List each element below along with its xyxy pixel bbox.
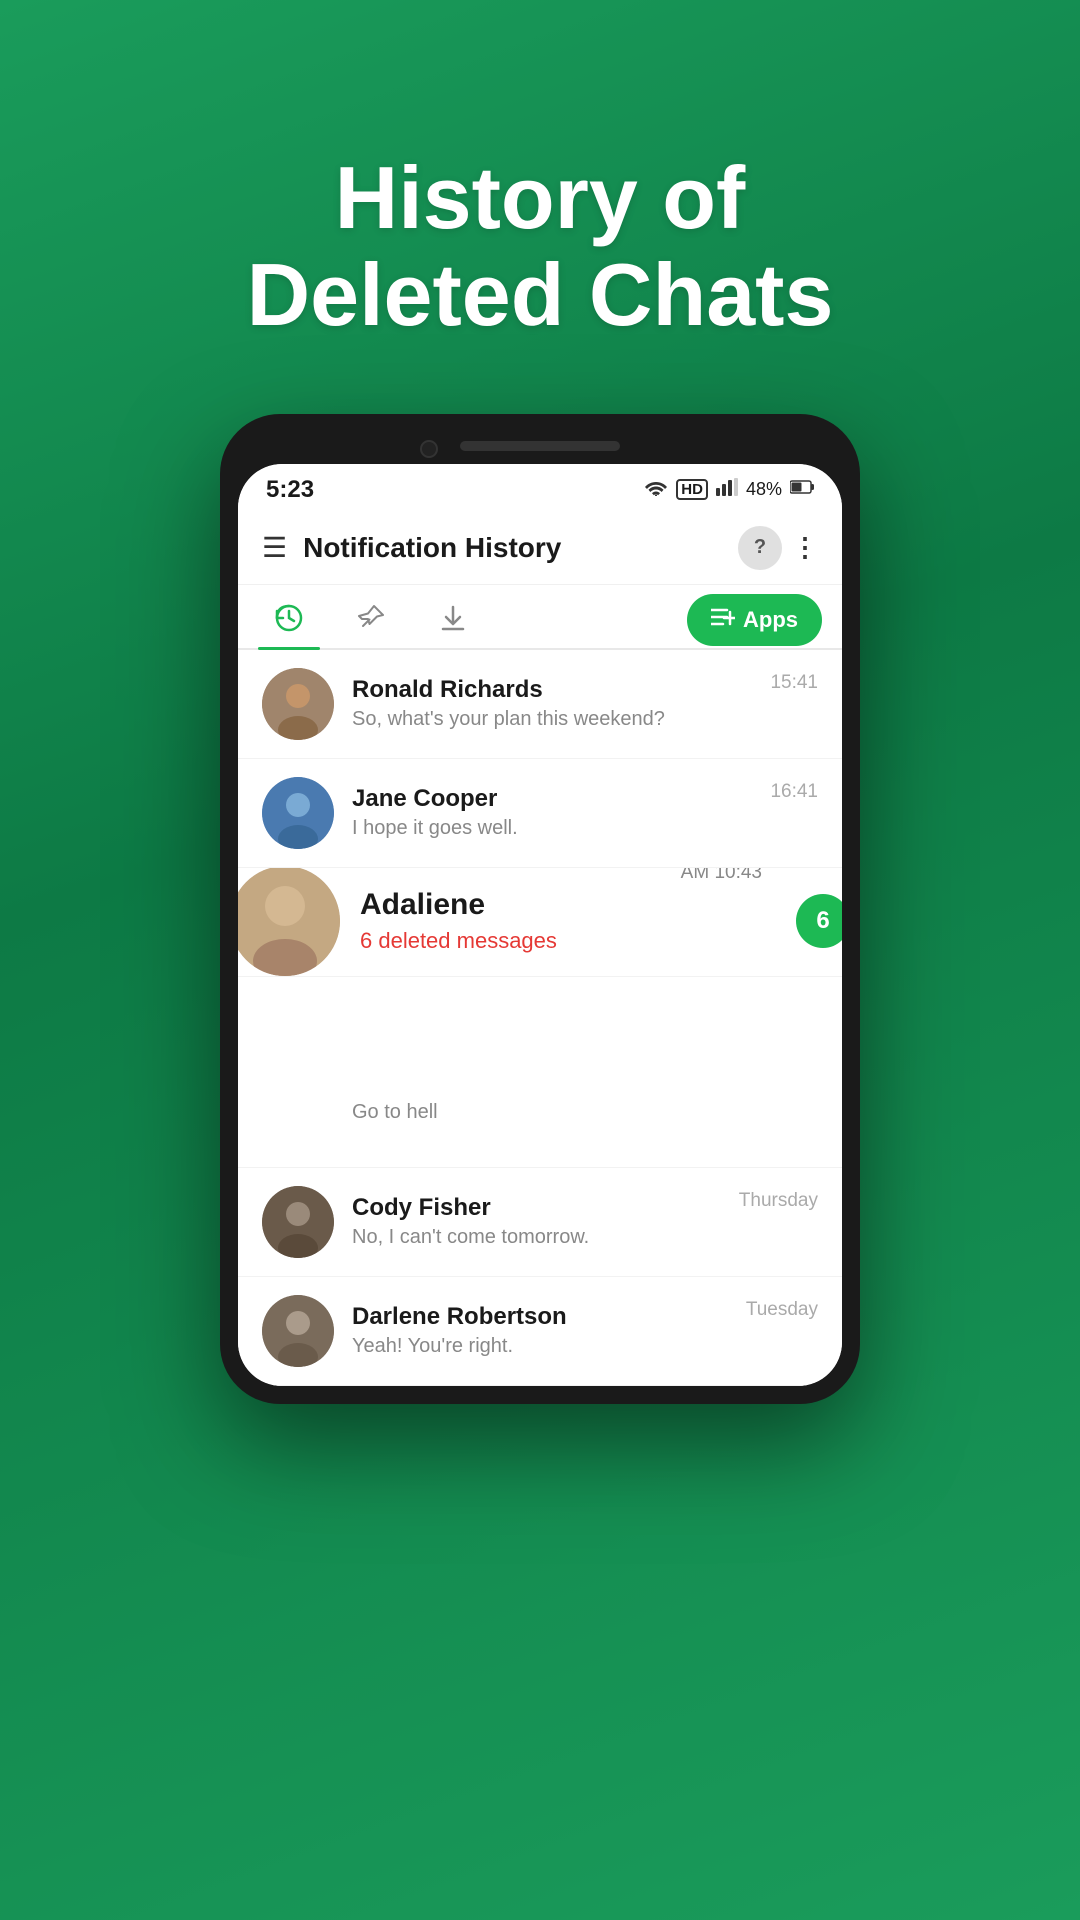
more-options-button[interactable]: ⋮ — [792, 532, 818, 563]
chat-info-ronald: Ronald Richards So, what's your plan thi… — [352, 676, 760, 731]
chat-info-cody: Cody Fisher No, I can't come tomorrow. — [352, 1194, 729, 1249]
chat-name-cody: Cody Fisher — [352, 1194, 729, 1222]
tab-pin[interactable] — [340, 593, 402, 648]
signal-icon — [716, 478, 738, 501]
chat-time-jane: 16:41 — [770, 777, 818, 803]
battery-icon — [790, 479, 814, 500]
battery-percentage: 48% — [746, 479, 782, 500]
popup-time: AM 10:43 — [681, 868, 762, 884]
chat-name-darlene: Darlene Robertson — [352, 1303, 736, 1331]
status-time: 5:23 — [266, 476, 314, 504]
hamburger-icon[interactable]: ☰ — [262, 531, 287, 564]
download-icon — [438, 603, 468, 638]
phone-camera — [420, 440, 438, 458]
apps-button[interactable]: Apps — [687, 594, 822, 646]
chat-list: Ronald Richards So, what's your plan thi… — [238, 650, 842, 1386]
tab-history[interactable] — [258, 593, 320, 648]
avatar-darlene — [262, 1295, 334, 1367]
avatar-cody — [262, 1186, 334, 1258]
apps-button-label: Apps — [743, 607, 798, 633]
avatar-ronald — [262, 668, 334, 740]
popup-name: Adaliene — [360, 888, 776, 922]
popup-info: Adaliene 6 deleted messages — [360, 888, 776, 954]
popup-badge: 6 — [796, 894, 842, 948]
avatar-jane — [262, 777, 334, 849]
chat-preview-ronald: So, what's your plan this weekend? — [352, 708, 760, 731]
phone-notch — [238, 432, 842, 460]
tab-bar: Apps — [238, 585, 842, 650]
chat-item-jane[interactable]: Jane Cooper I hope it goes well. 16:41 — [238, 759, 842, 868]
status-bar: 5:23 HD — [238, 464, 842, 512]
status-icons: HD 48% — [644, 478, 814, 501]
chat-item-adaliene-partial[interactable]: Go to hell — [238, 977, 842, 1168]
chat-time-cody: Thursday — [739, 1186, 818, 1212]
history-icon — [274, 603, 304, 638]
phone-wrapper: 5:23 HD — [0, 414, 1080, 1404]
chat-item-cody[interactable]: Cody Fisher No, I can't come tomorrow. T… — [238, 1168, 842, 1277]
hero-section: History of Deleted Chats — [0, 0, 1080, 414]
chat-preview-cody: No, I can't come tomorrow. — [352, 1226, 729, 1249]
phone-speaker — [460, 441, 620, 451]
chat-time-darlene: Tuesday — [746, 1295, 818, 1321]
chat-name-jane: Jane Cooper — [352, 785, 760, 813]
app-header: ☰ Notification History ? ⋮ — [238, 512, 842, 585]
chat-time-ronald: 15:41 — [770, 668, 818, 694]
chat-item-ronald[interactable]: Ronald Richards So, what's your plan thi… — [238, 650, 842, 759]
pin-icon — [356, 603, 386, 638]
tab-download[interactable] — [422, 593, 484, 648]
phone-frame: 5:23 HD — [220, 414, 860, 1404]
apps-plus-icon — [711, 606, 735, 634]
chat-info-adaliene-partial: Go to hell — [352, 1101, 818, 1124]
app-title: Notification History — [303, 532, 728, 564]
popup-deleted-text: 6 deleted messages — [360, 928, 776, 954]
popup-card: Adaliene 6 deleted messages AM 10:43 6 — [238, 868, 842, 977]
hero-title: History of Deleted Chats — [0, 70, 1080, 384]
wifi-icon — [644, 478, 668, 501]
phone-screen: 5:23 HD — [238, 464, 842, 1386]
chat-preview-darlene: Yeah! You're right. — [352, 1335, 736, 1358]
help-button[interactable]: ? — [738, 526, 782, 570]
popup-avatar — [238, 868, 340, 976]
question-icon: ? — [754, 536, 766, 559]
chat-info-darlene: Darlene Robertson Yeah! You're right. — [352, 1303, 736, 1358]
chat-preview-jane: I hope it goes well. — [352, 817, 760, 840]
hd-badge: HD — [676, 479, 708, 500]
chat-item-darlene[interactable]: Darlene Robertson Yeah! You're right. Tu… — [238, 1277, 842, 1386]
chat-item-annette[interactable]: Annette Black 08:39 — [238, 868, 842, 977]
chat-name-ronald: Ronald Richards — [352, 676, 760, 704]
chat-info-jane: Jane Cooper I hope it goes well. — [352, 785, 760, 840]
chat-preview-adaliene: Go to hell — [352, 1101, 818, 1124]
